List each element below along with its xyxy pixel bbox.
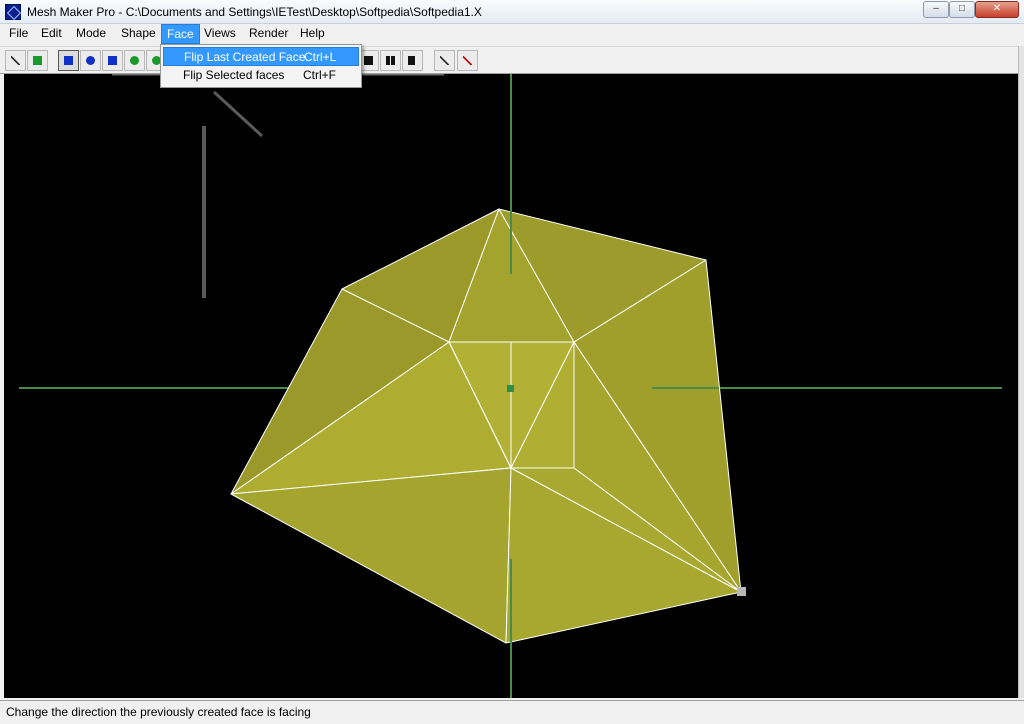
rotate-tool[interactable]: [80, 50, 101, 71]
move-axis-tool[interactable]: [124, 50, 145, 71]
selected-vertex[interactable]: [737, 587, 746, 596]
mesh[interactable]: [230, 208, 742, 644]
quad-view-icon: [408, 56, 417, 65]
rotate-icon: [86, 56, 95, 65]
title-bar[interactable]: Mesh Maker Pro - C:\Documents and Settin…: [0, 0, 1024, 24]
menu-item-shortcut: Ctrl+F: [303, 68, 336, 82]
move-tool[interactable]: [58, 50, 79, 71]
menu-edit[interactable]: Edit: [36, 24, 67, 44]
3d-viewport[interactable]: [4, 74, 1018, 698]
menu-shape[interactable]: Shape: [116, 24, 161, 44]
menu-views[interactable]: Views: [199, 24, 241, 44]
dual-view-tool[interactable]: [380, 50, 401, 71]
scale-tool[interactable]: [102, 50, 123, 71]
quad-view-tool[interactable]: [402, 50, 423, 71]
maximize-button[interactable]: □: [949, 1, 975, 18]
draw-line-icon: [11, 56, 20, 65]
menu-mode[interactable]: Mode: [71, 24, 111, 44]
center-vertex[interactable]: [507, 385, 514, 392]
face-dropdown-menu: Flip Last Created Face Ctrl+L Flip Selec…: [160, 44, 362, 88]
window-title: Mesh Maker Pro - C:\Documents and Settin…: [27, 5, 482, 19]
mesh-face[interactable]: [230, 467, 512, 644]
flip-last-created-face-item[interactable]: Flip Last Created Face Ctrl+L: [163, 47, 359, 66]
menu-file[interactable]: File: [4, 24, 33, 44]
menu-bar: File Edit Mode Shape Face Views Render H…: [0, 24, 1020, 44]
light-icon: [440, 56, 449, 65]
move-axis-icon: [130, 56, 139, 65]
move-icon: [64, 56, 73, 65]
close-button[interactable]: ✕: [975, 1, 1019, 18]
menu-item-shortcut: Ctrl+L: [304, 50, 337, 64]
select-vertex-tool[interactable]: [27, 50, 48, 71]
vertical-scrollbar[interactable]: [1018, 46, 1024, 698]
flip-selected-faces-item[interactable]: Flip Selected faces Ctrl+F: [163, 66, 359, 85]
application-window: Mesh Maker Pro - C:\Documents and Settin…: [0, 0, 1024, 724]
guide-line: [212, 90, 264, 138]
light-tool[interactable]: [434, 50, 455, 71]
draw-line-tool[interactable]: [5, 50, 26, 71]
status-text: Change the direction the previously crea…: [6, 705, 311, 719]
menu-item-label: Flip Selected faces: [183, 68, 285, 82]
mesh-canvas[interactable]: [4, 74, 1018, 698]
menu-face[interactable]: Face: [161, 24, 200, 44]
menu-render[interactable]: Render: [244, 24, 293, 44]
minimize-button[interactable]: –: [923, 1, 949, 18]
app-icon[interactable]: [5, 4, 21, 20]
menu-help[interactable]: Help: [295, 24, 330, 44]
select-vertex-icon: [33, 56, 42, 65]
toolbar: [0, 46, 1020, 74]
status-bar: Change the direction the previously crea…: [0, 700, 1024, 724]
single-view-icon: [364, 56, 373, 65]
texture-tool[interactable]: [457, 50, 478, 71]
menu-item-label: Flip Last Created Face: [184, 50, 306, 64]
scale-icon: [108, 56, 117, 65]
dual-view-icon: [386, 56, 395, 65]
texture-icon: [463, 56, 472, 65]
